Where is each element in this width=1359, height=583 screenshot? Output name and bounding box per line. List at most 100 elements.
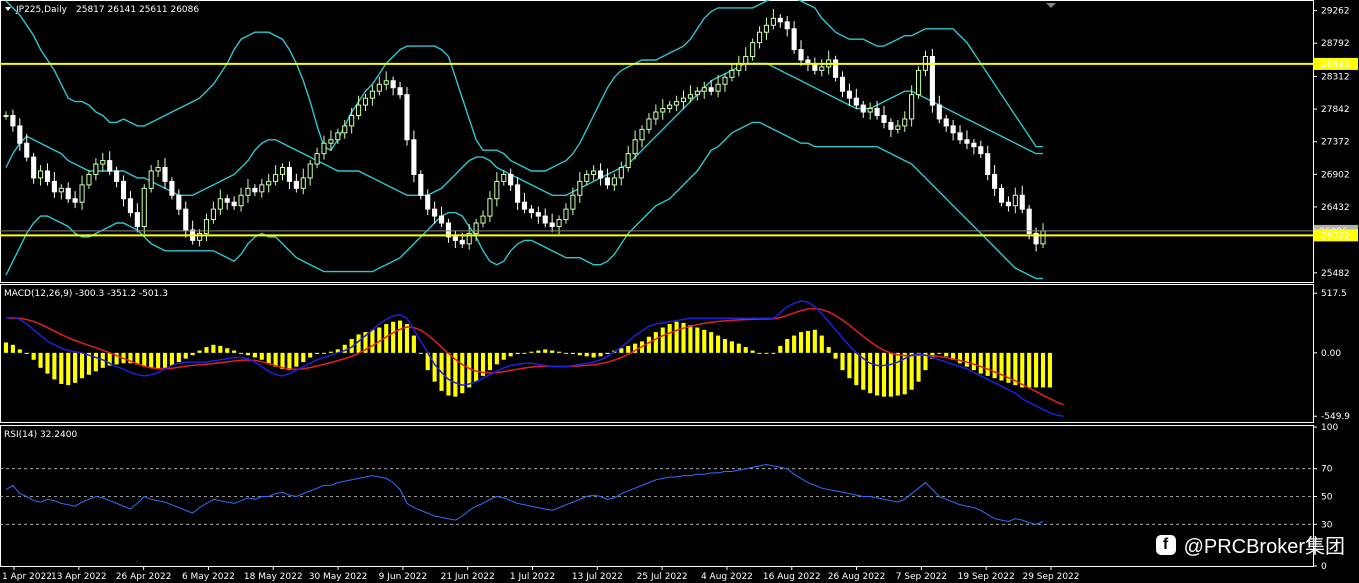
candle-body: [915, 69, 922, 96]
macd-histogram-bar: [508, 352, 513, 357]
macd-histogram-bar: [688, 325, 693, 353]
candle-body: [881, 114, 887, 123]
candle-body: [833, 59, 839, 78]
candle-body: [653, 111, 659, 120]
macd-histogram-bar: [605, 352, 610, 354]
macd-histogram-bar: [840, 352, 845, 371]
candle-body: [169, 180, 175, 196]
macd-histogram-bar: [826, 347, 831, 353]
macd-histogram-bar: [66, 352, 71, 386]
candle-body: [874, 108, 880, 116]
macd-histogram-bar: [729, 341, 734, 353]
macd-histogram-bar: [38, 352, 43, 368]
macd-histogram-bar: [1047, 352, 1052, 388]
macd-histogram-bar: [944, 352, 949, 357]
candle-body: [584, 173, 590, 182]
time-tick-label: 21 Jun 2022: [441, 572, 495, 582]
candle-body: [279, 167, 286, 175]
time-axis: 1 Apr 2022 13 Apr 2022 26 Apr 2022 6 May 20…: [2, 566, 1080, 582]
macd-histogram-bar: [73, 352, 78, 383]
candle-body: [708, 87, 714, 92]
candle-body: [72, 198, 78, 203]
macd-histogram-bar: [743, 347, 748, 353]
candle-body: [127, 198, 134, 214]
candle-body: [114, 170, 120, 182]
price-tick-label: 25482: [1321, 269, 1350, 279]
candle-body: [839, 76, 846, 92]
facebook-icon: f: [1155, 534, 1176, 555]
candle-body: [784, 21, 790, 30]
macd-histogram-bar: [957, 352, 963, 364]
candle-body: [141, 187, 147, 227]
candle-body: [549, 222, 555, 227]
macd-tick-label: 517.5: [1321, 289, 1347, 299]
macd-histogram-bar: [404, 324, 410, 353]
macd-histogram-bar: [598, 352, 603, 357]
collapse-arrow-icon[interactable]: [5, 7, 11, 11]
macd-histogram-bar: [93, 352, 98, 372]
macd-histogram-bar: [245, 352, 251, 356]
macd-histogram-bar: [45, 352, 50, 374]
time-tick-label: 16 Aug 2022: [763, 572, 821, 582]
macd-label: MACD(12,26,9) -300.3 -351.2 -501.3: [4, 289, 168, 299]
rsi-tick-label: 50: [1321, 493, 1333, 503]
time-tick-label: 29 Sep 2022: [1022, 572, 1079, 582]
macd-histogram-bar: [895, 352, 900, 396]
candle-body: [286, 167, 293, 182]
time-tick-label: 26 Apr 2022: [116, 572, 172, 582]
candle-body: [10, 114, 16, 127]
macd-histogram-bar: [1027, 352, 1032, 388]
candle-body: [3, 114, 9, 117]
macd-histogram-bar: [10, 344, 15, 353]
macd-histogram-bar: [868, 352, 873, 394]
macd-histogram-bar: [321, 352, 327, 354]
macd-histogram-bar: [550, 350, 555, 353]
candle-body: [183, 208, 189, 231]
candle-body: [100, 160, 106, 165]
macd-histogram-bar: [570, 352, 575, 354]
candle-body: [985, 153, 991, 175]
macd-histogram-bar: [819, 335, 824, 353]
candle-body: [515, 184, 521, 203]
candle-body: [17, 125, 23, 144]
candle-body: [58, 187, 64, 193]
macd-histogram-bar: [833, 352, 838, 359]
macd-histogram-bar: [432, 352, 437, 382]
macd-histogram-bar: [501, 352, 506, 360]
macd-histogram-bar: [232, 350, 237, 353]
candle-body: [293, 180, 299, 189]
macd-histogram-bar: [653, 332, 658, 353]
candle-body: [273, 173, 279, 182]
candle-body: [383, 80, 389, 85]
price-tick-label: 26902: [1321, 170, 1350, 180]
candle-body: [591, 170, 597, 175]
candle-body: [743, 56, 749, 64]
candle-body: [51, 180, 57, 193]
candle-body: [31, 156, 37, 179]
candle-body: [902, 118, 908, 127]
candle-body: [909, 94, 915, 120]
candle-body: [639, 128, 645, 141]
candle-body: [494, 180, 500, 200]
macd-histogram-bar: [584, 352, 589, 357]
macd-histogram-bar: [218, 345, 223, 353]
symbol-info: JP225,Daily: [15, 5, 68, 15]
macd-histogram-bar: [626, 345, 631, 353]
macd-histogram-bar: [17, 349, 22, 353]
candle-body: [611, 177, 617, 186]
candle-body: [604, 177, 611, 186]
level-label-0: 28493: [1321, 60, 1350, 70]
candle-body: [376, 83, 382, 92]
macd-histogram-bar: [716, 335, 721, 353]
candle-body: [701, 87, 707, 92]
time-tick-label: 30 May 2022: [309, 572, 368, 582]
candle-body: [266, 180, 272, 186]
macd-histogram-bar: [798, 332, 804, 353]
macd-histogram-bar: [847, 352, 852, 379]
macd-histogram-bar: [162, 352, 168, 368]
macd-histogram-bar: [169, 352, 174, 366]
candle-body: [44, 170, 51, 182]
macd-histogram-bar: [985, 352, 990, 376]
time-tick-label: 19 Sep 2022: [958, 572, 1015, 582]
candle-body: [356, 104, 362, 116]
